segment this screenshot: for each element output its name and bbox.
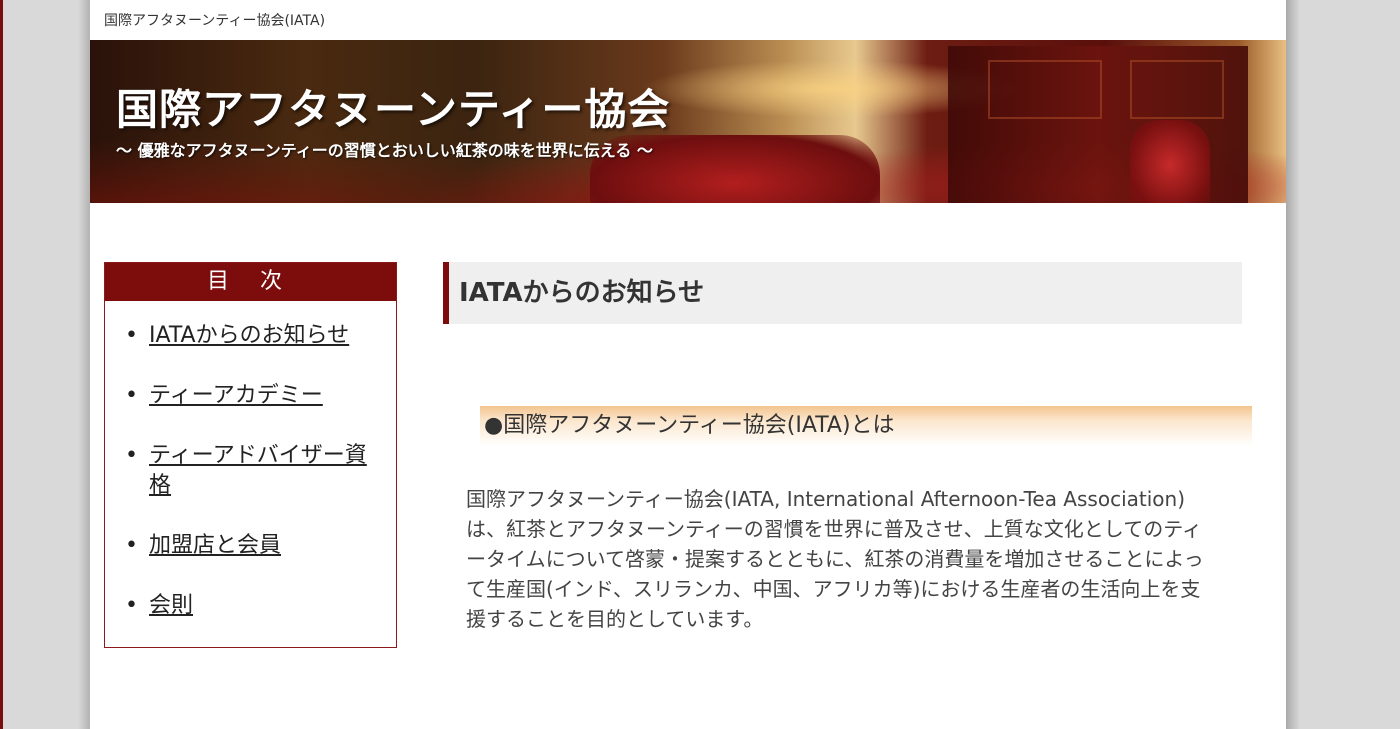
page-title: IATAからのお知らせ [443,262,1242,324]
sidebar-item-news: IATAからのお知らせ [105,321,396,351]
sidebar-link-rules[interactable]: 会則 [149,593,193,618]
page-shadow-left [78,0,90,729]
banner-door-panel [1130,60,1224,119]
sidebar-link-tea-adviser[interactable]: ティーアドバイザー資格 [149,443,367,498]
header-banner: 国際アフタヌーンティー協会 ～ 優雅なアフタヌーンティーの習慣とおいしい紅茶の味… [90,40,1286,203]
page-shadow-right [1286,0,1300,729]
banner-door-panel [988,60,1102,119]
sidebar-link-members[interactable]: 加盟店と会員 [149,533,281,558]
window-left-edge [0,0,3,729]
sidebar-item-tea-academy: ティーアカデミー [105,381,396,411]
banner-title: 国際アフタヌーンティー協会 [116,85,671,134]
sidebar-item-members: 加盟店と会員 [105,531,396,561]
sidebar-heading: 目 次 [105,263,396,301]
banner-tagline: ～ 優雅なアフタヌーンティーの習慣とおいしい紅茶の味を世界に伝える ～ [116,141,653,160]
section-heading: ●国際アフタヌーンティー協会(IATA)とは [480,406,1252,446]
section-body-text: 国際アフタヌーンティー協会(IATA, International Aftern… [466,487,1204,631]
sidebar-item-rules: 会則 [105,591,396,621]
site-name: 国際アフタヌーンティー協会(IATA) [104,13,326,29]
sidebar-menu: IATAからのお知らせ ティーアカデミー ティーアドバイザー資格 加盟店と会員 … [105,301,396,621]
page-container: 国際アフタヌーンティー協会(IATA) 国際アフタヌーンティー協会 ～ 優雅なア… [90,0,1286,729]
sidebar-toc: 目 次 IATAからのお知らせ ティーアカデミー ティーアドバイザー資格 加盟店… [104,262,397,648]
banner-chair-image [1130,120,1210,203]
sidebar-link-tea-academy[interactable]: ティーアカデミー [149,383,323,408]
sidebar-link-news[interactable]: IATAからのお知らせ [149,323,349,348]
sidebar-item-tea-adviser: ティーアドバイザー資格 [105,441,396,501]
